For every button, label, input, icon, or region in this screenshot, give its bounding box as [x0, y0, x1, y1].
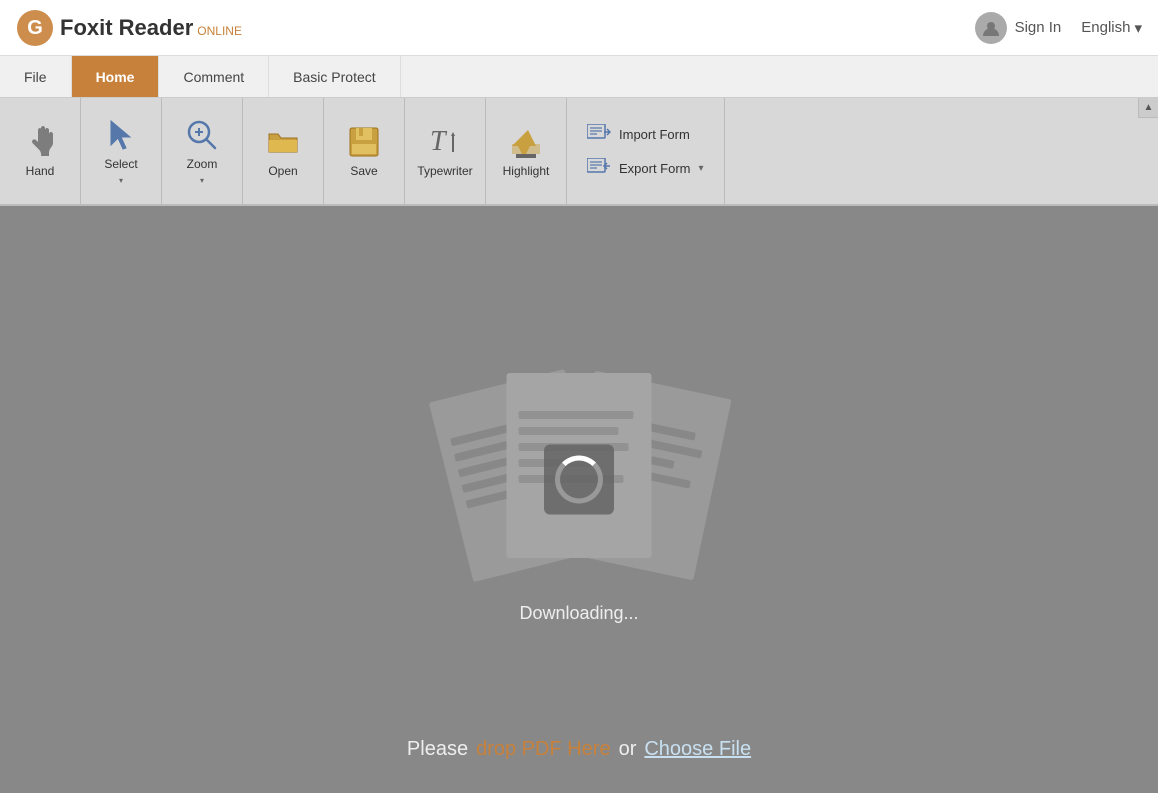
toolbar-collapse-button[interactable]: ▲: [1138, 98, 1158, 118]
logo-text: Foxit ReaderONLINE: [60, 15, 242, 41]
zoom-label: Zoom: [187, 157, 218, 171]
toolbar-group-save: Save: [324, 98, 405, 204]
logo: G Foxit ReaderONLINE: [16, 9, 242, 47]
tab-basic-protect[interactable]: Basic Protect: [269, 56, 400, 97]
zoom-icon: [184, 117, 220, 153]
tab-comment[interactable]: Comment: [159, 56, 269, 97]
toolbar-item-highlight[interactable]: Highlight: [490, 107, 562, 195]
toolbar-group-zoom: Zoom ▾: [162, 98, 243, 204]
toolbar-item-typewriter[interactable]: T Typewriter: [409, 107, 481, 195]
export-form-icon: [587, 158, 611, 178]
toolbar-group-hand: Hand: [0, 98, 81, 204]
toolbar-item-import-form[interactable]: Import Form: [579, 120, 712, 148]
zoom-dropdown-arrow: ▾: [200, 176, 204, 185]
highlight-icon: [508, 124, 544, 160]
svg-text:T: T: [430, 126, 448, 157]
toolbar-item-export-form[interactable]: Export Form ▾: [579, 154, 712, 182]
select-dropdown-arrow: ▾: [119, 176, 123, 185]
select-icon: [103, 117, 139, 153]
toolbar-group-highlight: Highlight: [486, 98, 567, 204]
import-form-label: Import Form: [619, 127, 690, 142]
chevron-down-icon: ▾: [1134, 19, 1142, 37]
export-form-dropdown-arrow: ▾: [699, 163, 704, 174]
highlight-label: Highlight: [503, 164, 550, 178]
import-form-icon: [587, 124, 611, 144]
please-text: Please: [407, 738, 468, 761]
language-selector[interactable]: English ▾: [1081, 19, 1142, 37]
avatar-icon: [981, 18, 1001, 38]
drop-pdf-link[interactable]: drop PDF Here: [476, 738, 611, 761]
toolbar-group-open: Open: [243, 98, 324, 204]
export-form-label: Export Form: [619, 161, 691, 176]
main-content: Downloading... Please drop PDF Here or C…: [0, 206, 1158, 791]
select-label: Select: [104, 157, 137, 171]
user-avatar: [975, 12, 1007, 44]
language-label: English: [1081, 19, 1130, 36]
hand-label: Hand: [26, 164, 55, 178]
toolbar-group-typewriter: T Typewriter: [405, 98, 486, 204]
toolbar-item-open[interactable]: Open: [247, 107, 319, 195]
toolbar-group-select: Select ▾: [81, 98, 162, 204]
typewriter-label: Typewriter: [417, 164, 472, 178]
or-text: or: [619, 738, 637, 761]
svg-text:G: G: [27, 17, 43, 39]
save-icon: [346, 124, 382, 160]
toolbar-item-save[interactable]: Save: [328, 107, 400, 195]
loading-spinner: [544, 445, 614, 515]
typewriter-icon: T: [427, 124, 463, 160]
nav-tabs: File Home Comment Basic Protect: [0, 56, 1158, 98]
toolbar-group-form: Import Form Export Form ▾: [567, 98, 725, 204]
tab-home[interactable]: Home: [72, 56, 160, 97]
hand-icon: [22, 124, 58, 160]
open-label: Open: [268, 164, 297, 178]
header: G Foxit ReaderONLINE Sign In English ▾: [0, 0, 1158, 56]
sign-in-button[interactable]: Sign In: [975, 12, 1062, 44]
downloading-text: Downloading...: [519, 603, 638, 624]
header-right: Sign In English ▾: [975, 12, 1142, 44]
document-illustration: [429, 373, 729, 593]
choose-file-link[interactable]: Choose File: [644, 738, 751, 761]
toolbar: Hand Select ▾ Zoom ▾: [0, 98, 1158, 206]
toolbar-item-hand[interactable]: Hand: [4, 107, 76, 195]
sign-in-label: Sign In: [1015, 19, 1062, 36]
toolbar-item-select[interactable]: Select ▾: [85, 107, 157, 195]
tab-file[interactable]: File: [0, 56, 72, 97]
drop-zone-text: Please drop PDF Here or Choose File: [407, 738, 751, 761]
toolbar-item-zoom[interactable]: Zoom ▾: [166, 107, 238, 195]
open-icon: [265, 124, 301, 160]
foxit-logo-icon: G: [16, 9, 54, 47]
save-label: Save: [350, 164, 377, 178]
